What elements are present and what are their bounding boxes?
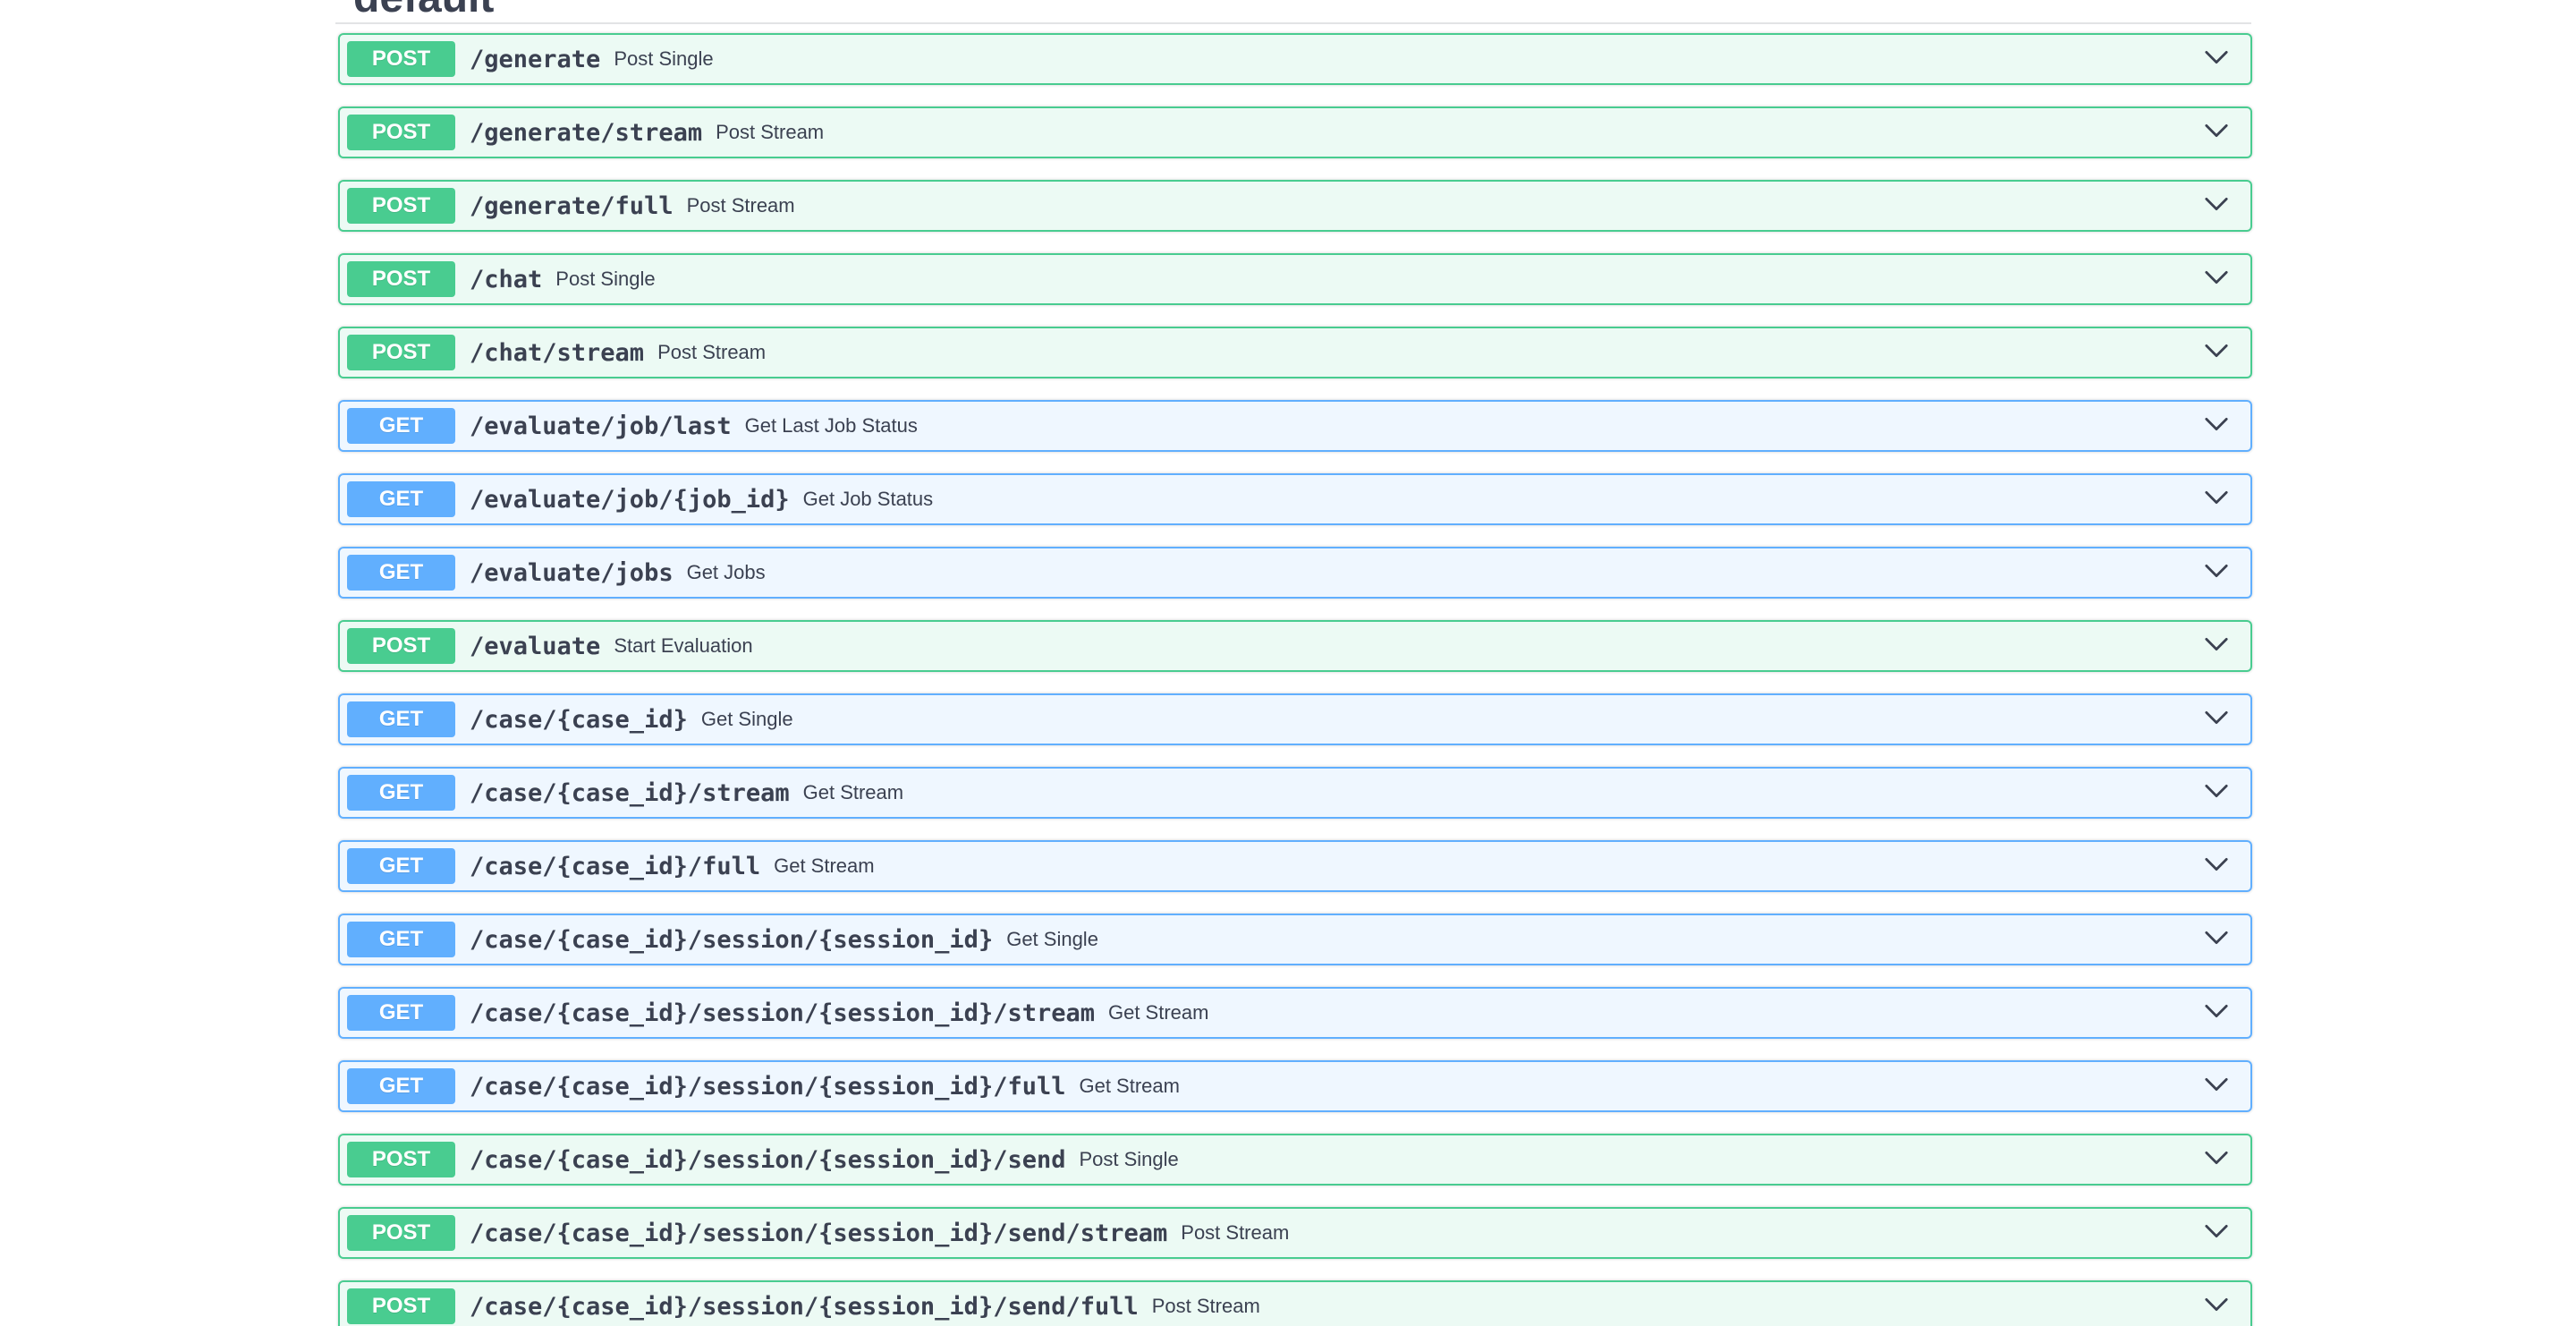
operation-summary: Get Single <box>1006 928 1098 950</box>
operation-row-8[interactable]: POST /evaluate Start Evaluation <box>338 620 2252 672</box>
chevron-down-icon[interactable] <box>2204 925 2229 950</box>
operation-path: /chat/stream <box>470 338 645 367</box>
chevron-down-icon[interactable] <box>2204 45 2229 70</box>
operation-summary: Post Stream <box>686 194 795 217</box>
chevron-down-icon[interactable] <box>2204 1072 2229 1097</box>
operation-summary: Get Stream <box>1079 1075 1180 1097</box>
method-badge: GET <box>347 922 455 957</box>
method-badge: GET <box>347 408 455 444</box>
chevron-down-icon[interactable] <box>2204 118 2229 143</box>
chevron-down-icon[interactable] <box>2204 412 2229 437</box>
operation-row-0[interactable]: POST /generate Post Single <box>338 33 2252 85</box>
method-badge: POST <box>347 335 455 370</box>
chevron-down-icon[interactable] <box>2204 191 2229 217</box>
chevron-down-icon[interactable] <box>2204 338 2229 363</box>
method-badge: POST <box>347 41 455 77</box>
operation-row-2[interactable]: POST /generate/full Post Stream <box>338 180 2252 232</box>
operation-row-15[interactable]: POST /case/{case_id}/session/{session_id… <box>338 1134 2252 1186</box>
operation-summary: Get Last Job Status <box>744 414 918 437</box>
operation-row-13[interactable]: GET /case/{case_id}/session/{session_id}… <box>338 987 2252 1039</box>
operation-summary: Post Stream <box>657 341 767 363</box>
chevron-down-icon[interactable] <box>2204 558 2229 583</box>
operation-row-10[interactable]: GET /case/{case_id}/stream Get Stream <box>338 767 2252 819</box>
operation-summary: Get Stream <box>1107 1001 1209 1024</box>
chevron-down-icon[interactable] <box>2204 1219 2229 1244</box>
chevron-down-icon[interactable] <box>2204 485 2229 510</box>
operation-row-17[interactable]: POST /case/{case_id}/session/{session_id… <box>338 1280 2252 1326</box>
operation-row-12[interactable]: GET /case/{case_id}/session/{session_id}… <box>338 914 2252 965</box>
method-badge: GET <box>347 1068 455 1104</box>
operation-row-5[interactable]: GET /evaluate/job/last Get Last Job Stat… <box>338 400 2252 452</box>
operation-summary: Post Stream <box>716 121 825 143</box>
operation-path: /chat <box>470 265 543 293</box>
operation-summary: Get Jobs <box>686 561 766 583</box>
section-title: default <box>353 0 494 20</box>
operation-summary: Post Stream <box>1181 1221 1290 1244</box>
operation-summary: Post Stream <box>1151 1295 1260 1317</box>
operation-path: /evaluate/job/last <box>470 412 732 440</box>
operation-summary: Get Job Status <box>802 488 934 510</box>
operation-path: /evaluate/job/{job_id} <box>470 485 790 514</box>
method-badge: GET <box>347 995 455 1031</box>
method-badge: GET <box>347 701 455 737</box>
chevron-down-icon[interactable] <box>2204 999 2229 1024</box>
operation-path: /case/{case_id} <box>470 705 688 734</box>
operation-path: /case/{case_id}/stream <box>470 778 790 807</box>
method-badge: POST <box>347 261 455 297</box>
operation-row-6[interactable]: GET /evaluate/job/{job_id} Get Job Statu… <box>338 473 2252 525</box>
operation-summary: Get Stream <box>802 781 904 803</box>
method-badge: GET <box>347 555 455 591</box>
operation-path: /generate/full <box>470 191 674 220</box>
method-badge: POST <box>347 188 455 224</box>
operation-summary: Get Single <box>700 708 793 730</box>
chevron-down-icon[interactable] <box>2204 1292 2229 1317</box>
method-badge: POST <box>347 1142 455 1177</box>
operation-path: /case/{case_id}/session/{session_id}/ful… <box>470 1072 1066 1101</box>
operation-row-1[interactable]: POST /generate/stream Post Stream <box>338 106 2252 158</box>
method-badge: GET <box>347 848 455 884</box>
chevron-down-icon[interactable] <box>2204 705 2229 730</box>
operation-row-9[interactable]: GET /case/{case_id} Get Single <box>338 693 2252 745</box>
operation-path: /case/{case_id}/session/{session_id}/sen… <box>470 1292 1139 1321</box>
operation-path: /evaluate/jobs <box>470 558 674 587</box>
operation-row-14[interactable]: GET /case/{case_id}/session/{session_id}… <box>338 1060 2252 1112</box>
operation-row-11[interactable]: GET /case/{case_id}/full Get Stream <box>338 840 2252 892</box>
operations-list: POST /generate Post Single POST /generat… <box>338 33 2252 1326</box>
operation-path: /case/{case_id}/session/{session_id}/str… <box>470 999 1095 1027</box>
operation-row-7[interactable]: GET /evaluate/jobs Get Jobs <box>338 547 2252 599</box>
chevron-down-icon[interactable] <box>2204 632 2229 657</box>
method-badge: GET <box>347 775 455 811</box>
operation-summary: Post Single <box>555 268 656 290</box>
operation-path: /case/{case_id}/session/{session_id}/sen… <box>470 1145 1066 1174</box>
operation-path: /generate/stream <box>470 118 703 147</box>
operation-path: /evaluate <box>470 632 601 660</box>
operation-summary: Get Stream <box>774 854 875 877</box>
section-header[interactable]: default <box>335 0 2251 24</box>
method-badge: POST <box>347 1215 455 1251</box>
method-badge: POST <box>347 115 455 150</box>
operation-summary: Post Single <box>1079 1148 1179 1170</box>
method-badge: POST <box>347 1288 455 1324</box>
chevron-down-icon[interactable] <box>2204 265 2229 290</box>
chevron-down-icon[interactable] <box>2204 1145 2229 1170</box>
method-badge: GET <box>347 481 455 517</box>
operation-row-16[interactable]: POST /case/{case_id}/session/{session_id… <box>338 1207 2252 1259</box>
operation-summary: Post Single <box>614 47 714 70</box>
chevron-down-icon[interactable] <box>2204 852 2229 877</box>
method-badge: POST <box>347 628 455 664</box>
operation-path: /generate <box>470 45 601 73</box>
operation-row-4[interactable]: POST /chat/stream Post Stream <box>338 327 2252 378</box>
operation-path: /case/{case_id}/session/{session_id}/sen… <box>470 1219 1168 1247</box>
swagger-page: default POST /generate Post Single POST … <box>0 0 2576 1326</box>
operation-summary: Start Evaluation <box>614 634 753 657</box>
operation-path: /case/{case_id}/full <box>470 852 761 880</box>
operation-path: /case/{case_id}/session/{session_id} <box>470 925 994 954</box>
chevron-down-icon[interactable] <box>2204 778 2229 803</box>
operation-row-3[interactable]: POST /chat Post Single <box>338 253 2252 305</box>
